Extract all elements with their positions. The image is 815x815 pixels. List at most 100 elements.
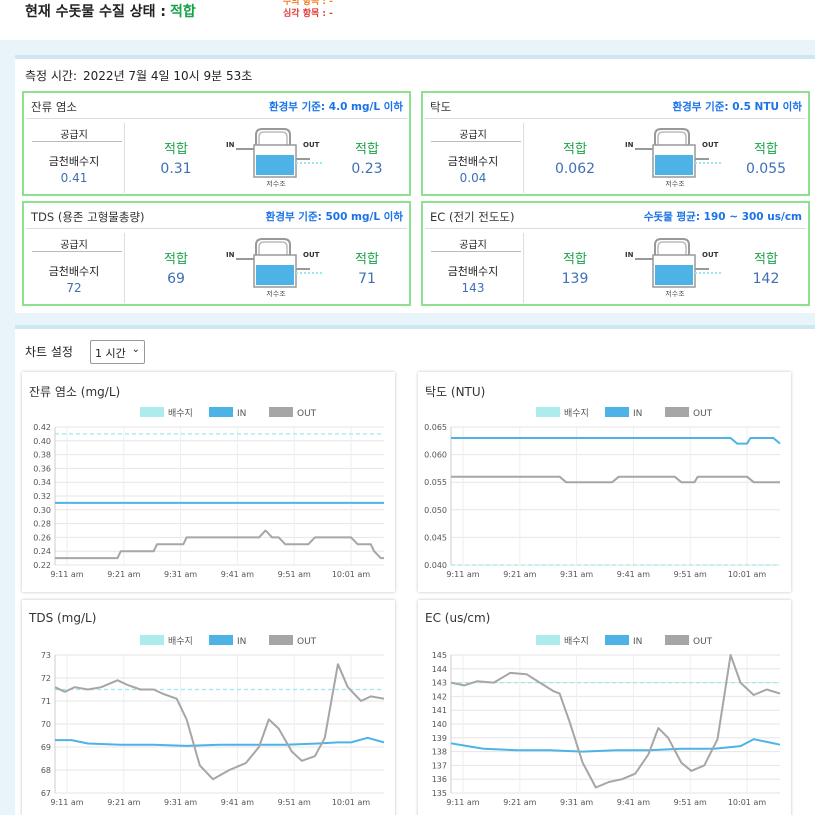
y-tick-label: 73 — [41, 651, 51, 660]
card-title: TDS (용존 고형물총량) — [31, 210, 145, 224]
status-label: 현재 수돗물 수질 상태 : — [25, 4, 167, 20]
line-chart: 잔류 염소 (mg/L) 배수지 IN OUT 0.42 0.40 0.38 0.36 0.34… — [22, 372, 395, 592]
status-value: 적합 — [170, 4, 196, 20]
chart-plot: 배수지 IN OUT 145 144 143 142 141 140 139 138 137 136 13… — [432, 635, 781, 807]
legend-item: IN — [605, 407, 642, 419]
legend-swatch — [665, 407, 689, 417]
out-label: OUT — [702, 141, 719, 149]
status-bar: 현재 수돗물 수질 상태 : 적합 주의 항목 : - 심각 항목 : - — [0, 0, 815, 40]
status-card: EC (전기 전도도) 수돗물 평균: 190 ~ 300 us/cm 공급지 … — [421, 201, 810, 306]
y-tick-label: 68 — [41, 766, 51, 775]
divider — [523, 123, 524, 193]
y-tick-label: 136 — [432, 775, 447, 784]
y-tick-label: 0.38 — [33, 451, 51, 460]
tank-caption: 저수조 — [665, 180, 685, 188]
divider — [124, 233, 125, 303]
supply-name: 금천배수지 — [48, 155, 100, 168]
y-tick-label: 137 — [432, 761, 447, 770]
out-status: 적합 — [355, 252, 379, 267]
legend-swatch — [605, 407, 629, 417]
y-tick-label: 0.40 — [33, 437, 51, 446]
y-tick-label: 70 — [41, 720, 51, 729]
time-range-select[interactable]: 1 시간 ⌄ — [90, 340, 145, 364]
supply-name: 금천배수지 — [447, 155, 499, 168]
tank-caption: 저수조 — [266, 180, 286, 188]
water-quality-status: 현재 수돗물 수질 상태 : 적합 — [25, 1, 196, 21]
measurement-time: 측정 시간: 2022년 7월 4일 10시 9분 53초 — [25, 67, 252, 84]
legend-label: IN — [633, 409, 642, 419]
y-tick-label: 0.30 — [33, 506, 51, 515]
legend-label: OUT — [297, 637, 317, 647]
caution-items: 주의 항목 : - — [283, 0, 333, 7]
out-status: 적합 — [754, 252, 778, 267]
x-tick-label: 10:01 am — [332, 798, 371, 807]
y-tick-label: 0.22 — [33, 561, 51, 570]
x-tick-label: 9:51 am — [674, 570, 707, 579]
y-tick-label: 0.065 — [424, 423, 447, 432]
measurement-panel: 측정 시간: 2022년 7월 4일 10시 9분 53초 잔류 염소 환경부 기… — [15, 55, 815, 313]
legend-swatch — [269, 635, 293, 645]
chart-setting-label: 차트 설정 — [25, 345, 73, 359]
measurement-label: 측정 시간: — [25, 69, 78, 83]
legend-swatch — [665, 635, 689, 645]
y-tick-label: 69 — [41, 743, 51, 752]
y-tick-label: 0.055 — [424, 478, 447, 487]
out-status: 적합 — [355, 142, 379, 157]
divider — [26, 118, 407, 119]
y-tick-label: 144 — [432, 665, 447, 674]
divider — [431, 251, 521, 252]
in-label: IN — [625, 141, 634, 149]
legend-item: OUT — [665, 407, 713, 419]
reservoir-tank-icon: IN OUT — [625, 238, 723, 288]
series-line-out — [54, 663, 385, 781]
y-tick-label: 145 — [432, 651, 447, 660]
x-tick-label: 9:41 am — [617, 798, 650, 807]
tank-caption: 저수조 — [665, 290, 685, 298]
divider — [32, 251, 122, 252]
x-tick-label: 9:41 am — [221, 798, 254, 807]
x-tick-label: 9:31 am — [560, 798, 593, 807]
x-tick-label: 10:01 am — [728, 570, 767, 579]
y-tick-label: 0.045 — [424, 533, 447, 542]
x-tick-label: 10:01 am — [332, 570, 371, 579]
legend-swatch — [140, 635, 164, 645]
y-tick-label: 67 — [41, 789, 51, 798]
reservoir-tank-icon: IN OUT — [625, 128, 723, 178]
out-status: 적합 — [754, 142, 778, 157]
x-tick-label: 9:41 am — [617, 570, 650, 579]
supply-label: 공급지 — [459, 130, 487, 141]
supply-label: 공급지 — [459, 240, 487, 251]
legend-label: 배수지 — [564, 636, 589, 647]
legend-swatch — [605, 635, 629, 645]
legend-item: 배수지 — [140, 635, 193, 647]
series-line-in — [55, 736, 385, 747]
x-tick-label: 9:21 am — [107, 570, 140, 579]
in-value: 69 — [167, 271, 185, 287]
x-tick-label: 9:31 am — [164, 570, 197, 579]
y-tick-label: 0.36 — [33, 464, 51, 473]
card-title: 탁도 — [430, 100, 452, 114]
time-range-value: 1 시간 — [95, 347, 126, 360]
status-card: TDS (용존 고형물총량) 환경부 기준: 500 mg/L 이하 공급지 금… — [22, 201, 411, 306]
x-tick-label: 9:51 am — [278, 570, 311, 579]
supply-value: 72 — [66, 281, 82, 295]
legend-label: OUT — [693, 409, 713, 419]
supply-name: 금천배수지 — [48, 265, 100, 278]
out-label: OUT — [303, 141, 320, 149]
supply-label: 공급지 — [60, 240, 88, 251]
legend-item: 배수지 — [536, 407, 589, 419]
y-tick-label: 141 — [432, 706, 447, 715]
in-status: 적합 — [164, 142, 188, 157]
y-tick-label: 71 — [41, 697, 51, 706]
x-tick-label: 9:21 am — [503, 570, 536, 579]
legend-item: IN — [209, 407, 246, 419]
legend-label: OUT — [297, 409, 317, 419]
alert-items: 주의 항목 : - 심각 항목 : - — [283, 0, 333, 20]
line-chart: 탁도 (NTU) 배수지 IN OUT 0.065 0.060 0.055 0.050 0.04… — [418, 372, 791, 592]
x-tick-label: 9:51 am — [278, 798, 311, 807]
x-tick-label: 9:21 am — [503, 798, 536, 807]
reservoir-tank-icon: IN OUT — [226, 238, 324, 288]
x-tick-label: 9:21 am — [107, 798, 140, 807]
legend-item: OUT — [665, 635, 713, 647]
y-tick-label: 0.040 — [424, 561, 447, 570]
